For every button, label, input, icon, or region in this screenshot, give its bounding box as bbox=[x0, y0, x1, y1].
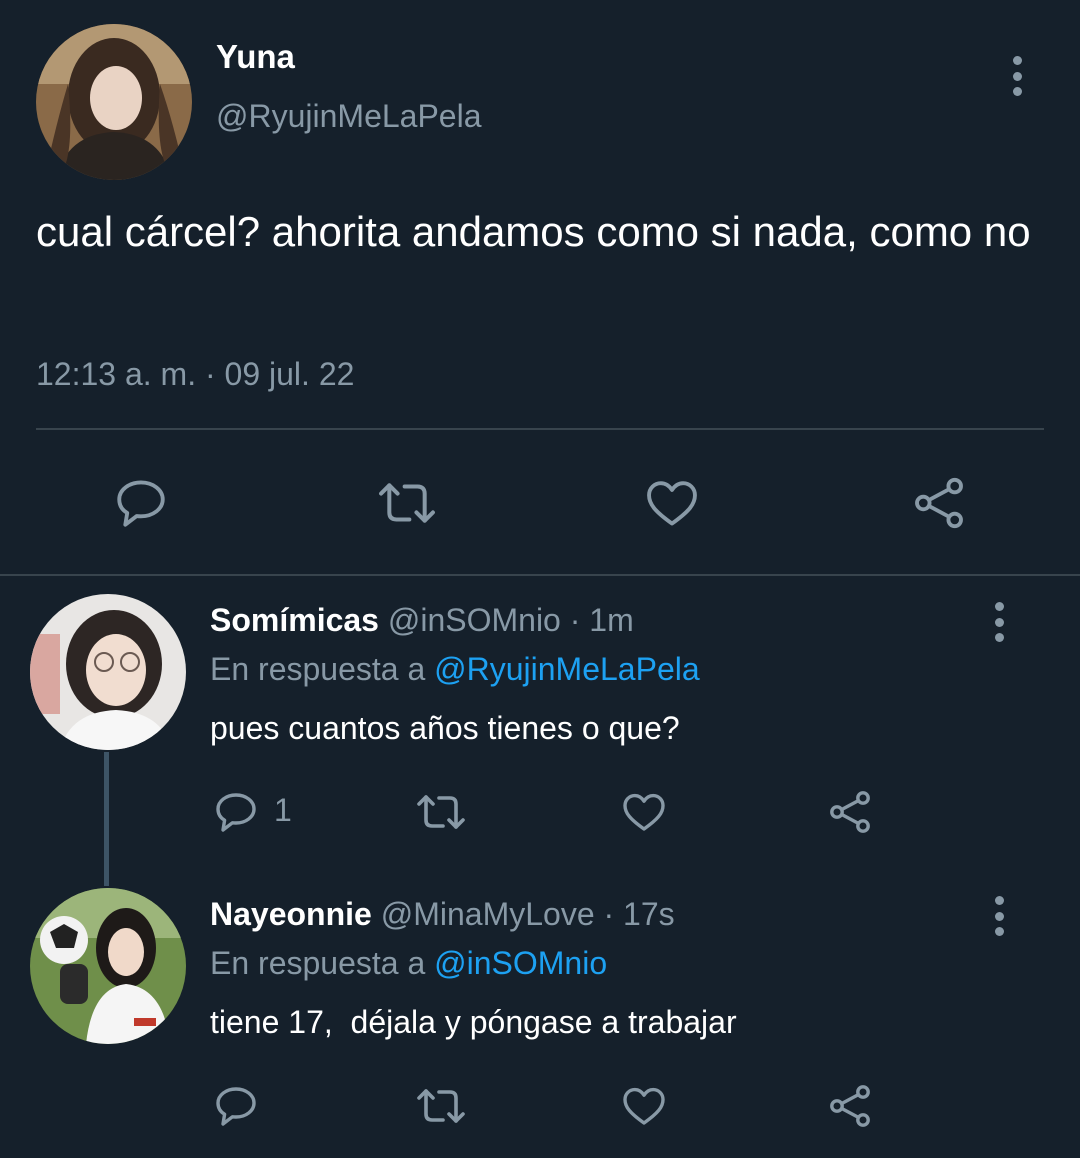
share-icon[interactable] bbox=[826, 1082, 874, 1130]
author-meta: @MinaMyLove · 17s bbox=[380, 896, 675, 932]
tweet-text: cual cárcel? ahorita andamos como si nad… bbox=[36, 208, 1031, 255]
author-name[interactable]: Somímicas bbox=[210, 602, 379, 638]
retweet-icon[interactable] bbox=[412, 788, 470, 836]
share-icon[interactable] bbox=[826, 788, 874, 836]
reply-prefix: En respuesta a bbox=[210, 651, 435, 687]
avatar[interactable] bbox=[30, 594, 186, 750]
author-name[interactable]: Yuna bbox=[216, 38, 295, 76]
reply-text: tiene 17, déjala y póngase a trabajar bbox=[210, 1004, 737, 1040]
reply-header: Nayeonnie @MinaMyLove · 17s bbox=[210, 896, 675, 933]
reply-tweet: Somímicas @inSOMnio · 1m En respuesta a … bbox=[0, 576, 1080, 886]
author-handle[interactable]: @RyujinMeLaPela bbox=[216, 98, 482, 135]
avatar[interactable] bbox=[36, 24, 192, 180]
main-tweet: Yuna @RyujinMeLaPela cual cárcel? ahorit… bbox=[0, 0, 1080, 575]
reply-prefix: En respuesta a bbox=[210, 945, 435, 981]
like-icon[interactable] bbox=[643, 474, 701, 532]
avatar-photo bbox=[36, 24, 192, 180]
thread-connector-line bbox=[104, 752, 109, 886]
more-options-icon[interactable] bbox=[992, 602, 1006, 642]
reply-count: 1 bbox=[274, 792, 292, 828]
more-options-icon[interactable] bbox=[1010, 56, 1024, 96]
tweet-thread-page: Yuna @RyujinMeLaPela cual cárcel? ahorit… bbox=[0, 0, 1080, 1158]
avatar-photo bbox=[30, 594, 186, 750]
more-options-icon[interactable] bbox=[992, 896, 1006, 936]
reply-to-link[interactable]: @inSOMnio bbox=[434, 945, 607, 981]
retweet-icon[interactable] bbox=[374, 474, 440, 532]
avatar-photo bbox=[30, 888, 186, 1044]
reply-icon[interactable] bbox=[112, 474, 170, 532]
author-meta: @inSOMnio · 1m bbox=[387, 602, 634, 638]
reply-context: En respuesta a @inSOMnio bbox=[210, 945, 607, 982]
reply-tweet: Nayeonnie @MinaMyLove · 17s En respuesta… bbox=[0, 870, 1080, 1158]
avatar[interactable] bbox=[30, 888, 186, 1044]
reply-header: Somímicas @inSOMnio · 1m bbox=[210, 602, 634, 639]
like-icon[interactable] bbox=[620, 1082, 668, 1130]
reply-text: pues cuantos años tienes o que? bbox=[210, 710, 680, 746]
reply-to-link[interactable]: @RyujinMeLaPela bbox=[434, 651, 700, 687]
divider bbox=[36, 428, 1044, 430]
share-icon[interactable] bbox=[910, 474, 968, 532]
reply-icon[interactable] bbox=[212, 788, 260, 836]
author-name[interactable]: Nayeonnie bbox=[210, 896, 372, 932]
tweet-timestamp[interactable]: 12:13 a. m. · 09 jul. 22 bbox=[36, 356, 354, 393]
reply-context: En respuesta a @RyujinMeLaPela bbox=[210, 651, 700, 688]
reply-icon[interactable] bbox=[212, 1082, 260, 1130]
retweet-icon[interactable] bbox=[412, 1082, 470, 1130]
like-icon[interactable] bbox=[620, 788, 668, 836]
